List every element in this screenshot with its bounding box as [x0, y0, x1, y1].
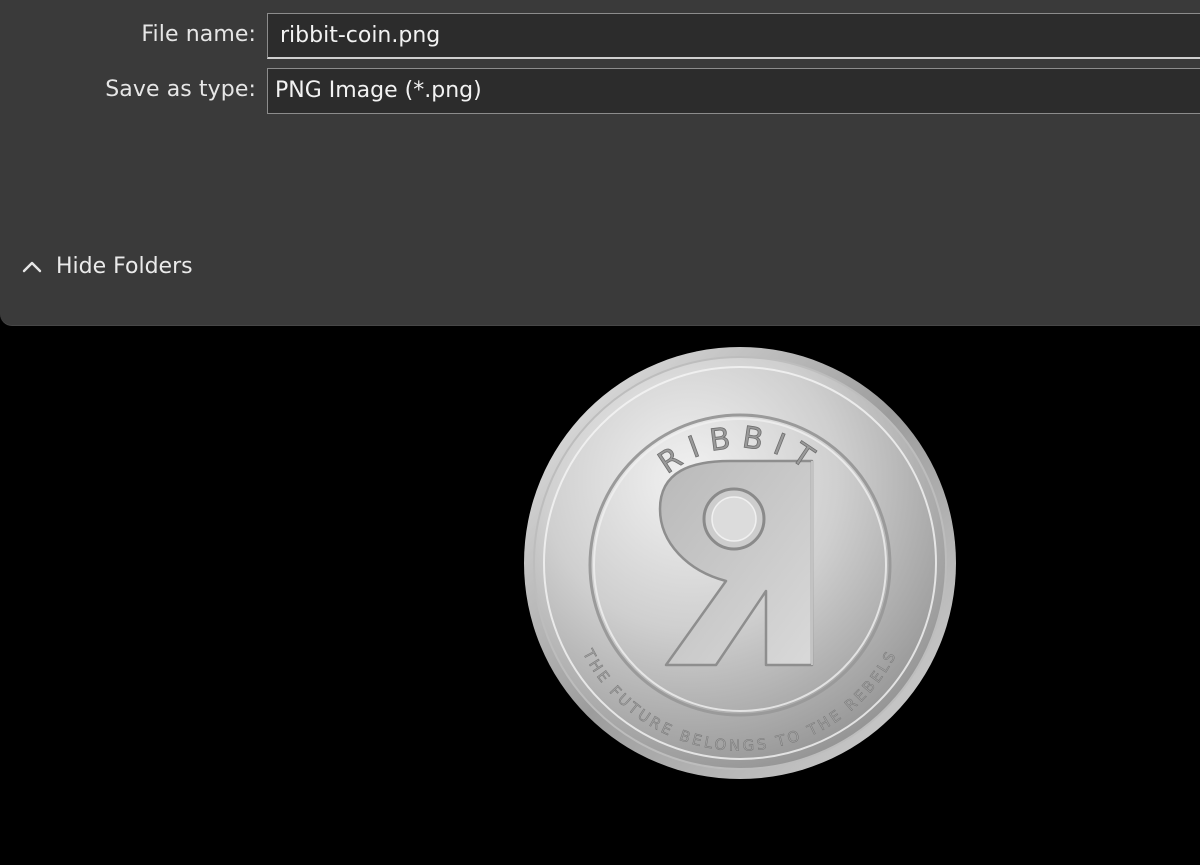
screen: File name: ribbit-coin.png Save as type:… [0, 0, 1200, 865]
save-as-type-select[interactable]: PNG Image (*.png) [267, 68, 1200, 114]
file-name-input[interactable]: ribbit-coin.png [267, 13, 1200, 59]
chevron-up-icon [22, 259, 42, 273]
hide-folders-label: Hide Folders [56, 253, 193, 279]
file-name-label: File name: [141, 22, 256, 47]
save-as-type-label: Save as type: [105, 77, 256, 102]
save-as-dialog: File name: ribbit-coin.png Save as type:… [0, 0, 1200, 326]
hide-folders-button[interactable]: Hide Folders [22, 246, 193, 286]
ribbit-coin-image: RIBBIT THE FUTURE BELONGS TO THE REBELS [524, 347, 956, 779]
